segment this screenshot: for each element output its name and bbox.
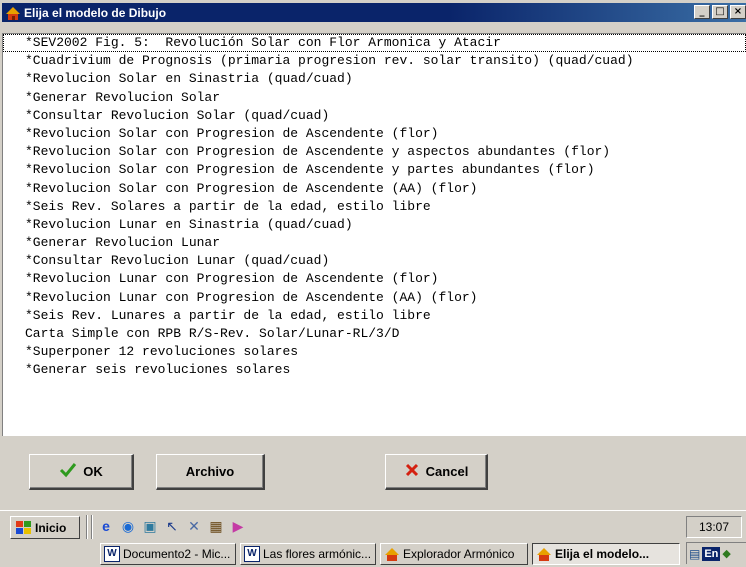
cancel-button[interactable]: Cancel: [385, 454, 488, 490]
cancel-label: Cancel: [425, 464, 469, 479]
system-tray: ▤ En ◆: [686, 542, 746, 564]
task-label: Las flores armónic...: [263, 547, 372, 561]
list-item[interactable]: *Revolucion Solar con Progresion de Asce…: [3, 143, 746, 161]
word-document-icon: W: [244, 546, 260, 562]
cursor-icon[interactable]: ↖: [164, 518, 180, 534]
clock[interactable]: 13:07: [686, 516, 742, 538]
divider: [86, 515, 88, 539]
list-item[interactable]: *SEV2002 Fig. 5: Revolución Solar con Fl…: [3, 34, 746, 53]
dialog-window: Elija el modelo de Dibujo _ □ × *SEV2002…: [0, 0, 746, 510]
task-documento2[interactable]: W Documento2 - Mic...: [100, 543, 236, 565]
list-item[interactable]: *Revolucion Solar con Progresion de Asce…: [3, 180, 746, 198]
task-label: Elija el modelo...: [555, 547, 650, 561]
close-button[interactable]: ×: [730, 5, 746, 19]
task-las-flores[interactable]: W Las flores armónic...: [240, 543, 376, 565]
quick-launch: e ◉ ▣ ↖ ✕ ▦ ▶: [98, 518, 252, 534]
house-icon: [384, 546, 400, 562]
ok-label: OK: [83, 464, 103, 479]
list-item[interactable]: *Cuadrivium de Prognosis (primaria progr…: [3, 52, 746, 70]
list-item[interactable]: *Generar seis revoluciones solares: [3, 361, 746, 379]
tool-icon[interactable]: ✕: [186, 518, 202, 534]
ok-button[interactable]: OK: [29, 454, 134, 490]
grid-icon[interactable]: ▦: [208, 518, 224, 534]
taskbar: Inicio e ◉ ▣ ↖ ✕ ▦ ▶ W Documento2 - Mic.…: [0, 510, 746, 567]
windows-logo-icon: [14, 520, 32, 535]
checkmark-icon: [59, 462, 77, 481]
task-label: Documento2 - Mic...: [123, 547, 231, 561]
divider: [91, 515, 93, 539]
list-item[interactable]: *Revolucion Solar con Progresion de Asce…: [3, 125, 746, 143]
language-indicator[interactable]: En: [702, 546, 721, 561]
list-item[interactable]: *Revolucion Lunar con Progresion de Asce…: [3, 270, 746, 288]
task-label: Explorador Armónico: [403, 547, 515, 561]
list-item[interactable]: *Consultar Revolucion Lunar (quad/cuad): [3, 252, 746, 270]
list-item[interactable]: *Generar Revolucion Lunar: [3, 234, 746, 252]
list-item[interactable]: *Seis Rev. Lunares a partir de la edad, …: [3, 307, 746, 325]
start-button[interactable]: Inicio: [10, 516, 80, 539]
list-item[interactable]: *Revolucion Solar en Sinastria (quad/cua…: [3, 70, 746, 88]
list-item[interactable]: *Revolucion Lunar en Sinastria (quad/cua…: [3, 216, 746, 234]
internet-explorer-icon[interactable]: e: [98, 518, 114, 534]
title-bar[interactable]: Elija el modelo de Dibujo _ □ ×: [2, 3, 746, 22]
archivo-label: Archivo: [185, 464, 235, 479]
house-icon: [5, 5, 21, 21]
outlook-icon[interactable]: ◉: [120, 518, 136, 534]
house-icon: [536, 546, 552, 562]
task-explorador[interactable]: Explorador Armónico: [380, 543, 528, 565]
list-item[interactable]: *Revolucion Solar con Progresion de Asce…: [3, 161, 746, 179]
desktop-icon[interactable]: ▣: [142, 518, 158, 534]
model-list[interactable]: *SEV2002 Fig. 5: Revolución Solar con Fl…: [2, 33, 746, 436]
word-document-icon: W: [104, 546, 120, 562]
list-item[interactable]: Carta Simple con RPB R/S-Rev. Solar/Luna…: [3, 325, 746, 343]
play-icon[interactable]: ▶: [230, 518, 246, 534]
list-item[interactable]: *Generar Revolucion Solar: [3, 89, 746, 107]
list-item[interactable]: *Revolucion Lunar con Progresion de Asce…: [3, 289, 746, 307]
archivo-button[interactable]: Archivo: [156, 454, 265, 490]
volume-icon[interactable]: ◆: [722, 547, 730, 560]
maximize-button[interactable]: □: [712, 5, 728, 19]
task-elija-modelo[interactable]: Elija el modelo...: [532, 543, 680, 565]
minimize-button[interactable]: _: [694, 5, 710, 19]
x-mark-icon: [404, 462, 420, 481]
start-label: Inicio: [35, 520, 67, 535]
list-item[interactable]: *Consultar Revolucion Solar (quad/cuad): [3, 107, 746, 125]
network-icon[interactable]: ▤: [689, 547, 700, 561]
window-title: Elija el modelo de Dibujo: [24, 5, 167, 20]
list-item[interactable]: *Seis Rev. Solares a partir de la edad, …: [3, 198, 746, 216]
list-item[interactable]: *Superponer 12 revoluciones solares: [3, 343, 746, 361]
